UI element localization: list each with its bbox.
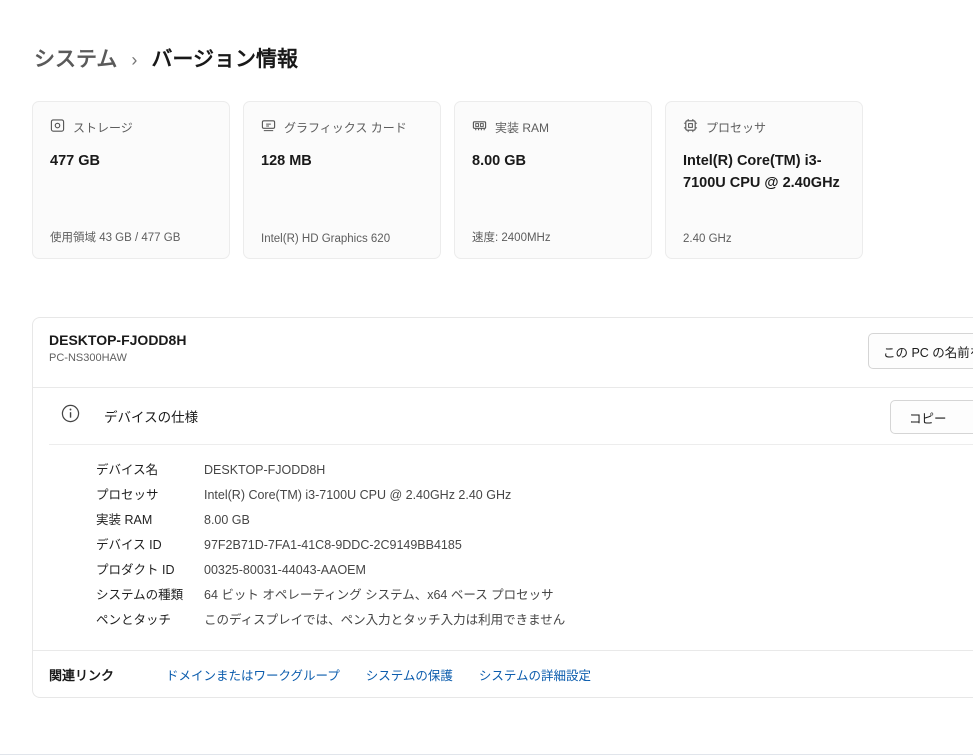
spec-value: このディスプレイでは、ペン入力とタッチ入力は利用できません bbox=[204, 608, 565, 633]
device-specs-expander[interactable]: デバイスの仕様 コピー bbox=[33, 387, 973, 444]
card-label: グラフィックス カード bbox=[284, 119, 407, 136]
spec-label: プロダクト ID bbox=[96, 558, 204, 583]
storage-icon bbox=[50, 118, 65, 136]
related-links-label: 関連リンク bbox=[49, 665, 114, 684]
storage-card: ストレージ 477 GB 使用領域 43 GB / 477 GB bbox=[32, 101, 230, 259]
processor-card: プロセッサ Intel(R) Core(TM) i3-7100U CPU @ 2… bbox=[665, 101, 863, 259]
spec-label: プロセッサ bbox=[96, 483, 204, 508]
card-value: Intel(R) Core(TM) i3-7100U CPU @ 2.40GHz bbox=[683, 151, 845, 195]
device-name: DESKTOP-FJODD8H bbox=[49, 332, 973, 348]
spec-label: ペンとタッチ bbox=[96, 608, 204, 633]
cpu-icon bbox=[683, 118, 698, 136]
settings-about-page: システム › バージョン情報 ストレージ 477 GB 使用領域 43 GB /… bbox=[0, 46, 973, 755]
link-system-protection[interactable]: システムの保護 bbox=[366, 665, 453, 684]
spec-value: 00325-80031-44043-AAOEM bbox=[204, 558, 366, 583]
copy-button[interactable]: コピー bbox=[890, 400, 973, 434]
rename-pc-button[interactable]: この PC の名前を bbox=[868, 333, 973, 369]
table-row: プロセッサ Intel(R) Core(TM) i3-7100U CPU @ 2… bbox=[96, 483, 973, 508]
table-row: 実装 RAM 8.00 GB bbox=[96, 508, 973, 533]
card-label: 実装 RAM bbox=[495, 119, 549, 136]
spec-label: デバイス名 bbox=[96, 458, 204, 483]
card-detail: 2.40 GHz bbox=[683, 233, 732, 245]
device-model: PC-NS300HAW bbox=[49, 352, 973, 364]
spec-value: Intel(R) Core(TM) i3-7100U CPU @ 2.40GHz… bbox=[204, 483, 511, 508]
summary-cards: ストレージ 477 GB 使用領域 43 GB / 477 GB グラフィックス… bbox=[32, 101, 973, 259]
card-value: 8.00 GB bbox=[472, 151, 634, 173]
device-specs-table: デバイス名 DESKTOP-FJODD8H プロセッサ Intel(R) Cor… bbox=[49, 444, 973, 650]
spec-value: 8.00 GB bbox=[204, 508, 250, 533]
info-icon bbox=[61, 404, 80, 428]
device-name-row: DESKTOP-FJODD8H PC-NS300HAW この PC の名前を bbox=[33, 318, 973, 387]
spec-value: DESKTOP-FJODD8H bbox=[204, 458, 325, 483]
card-value: 128 MB bbox=[261, 151, 423, 173]
breadcrumb-chevron-icon: › bbox=[131, 46, 137, 74]
device-info-card: DESKTOP-FJODD8H PC-NS300HAW この PC の名前を デ… bbox=[32, 317, 973, 698]
breadcrumb-system[interactable]: システム bbox=[34, 46, 117, 74]
related-links-row: 関連リンク ドメインまたはワークグループ システムの保護 システムの詳細設定 bbox=[33, 650, 973, 697]
table-row: デバイス名 DESKTOP-FJODD8H bbox=[96, 458, 973, 483]
ram-card: 実装 RAM 8.00 GB 速度: 2400MHz bbox=[454, 101, 652, 259]
page-title: バージョン情報 bbox=[151, 46, 298, 74]
link-advanced-system-settings[interactable]: システムの詳細設定 bbox=[479, 665, 591, 684]
spec-label: システムの種類 bbox=[96, 583, 204, 608]
breadcrumb: システム › バージョン情報 bbox=[34, 46, 973, 74]
table-row: デバイス ID 97F2B71D-7FA1-41C8-9DDC-2C9149BB… bbox=[96, 533, 973, 558]
card-value: 477 GB bbox=[50, 151, 212, 173]
table-row: システムの種類 64 ビット オペレーティング システム、x64 ベース プロセ… bbox=[96, 583, 973, 608]
card-detail: Intel(R) HD Graphics 620 bbox=[261, 233, 390, 245]
card-label: ストレージ bbox=[73, 119, 133, 136]
spec-value: 97F2B71D-7FA1-41C8-9DDC-2C9149BB4185 bbox=[204, 533, 462, 558]
link-domain-workgroup[interactable]: ドメインまたはワークグループ bbox=[166, 665, 340, 684]
spec-label: 実装 RAM bbox=[96, 508, 204, 533]
table-row: プロダクト ID 00325-80031-44043-AAOEM bbox=[96, 558, 973, 583]
device-specs-title: デバイスの仕様 bbox=[104, 406, 198, 426]
ram-icon bbox=[472, 118, 487, 136]
card-label: プロセッサ bbox=[706, 119, 766, 136]
card-detail: 使用領域 43 GB / 477 GB bbox=[50, 229, 180, 245]
spec-value: 64 ビット オペレーティング システム、x64 ベース プロセッサ bbox=[204, 583, 554, 608]
spec-label: デバイス ID bbox=[96, 533, 204, 558]
table-row: ペンとタッチ このディスプレイでは、ペン入力とタッチ入力は利用できません bbox=[96, 608, 973, 633]
card-detail: 速度: 2400MHz bbox=[472, 229, 551, 245]
graphics-icon bbox=[261, 118, 276, 136]
graphics-card: グラフィックス カード 128 MB Intel(R) HD Graphics … bbox=[243, 101, 441, 259]
